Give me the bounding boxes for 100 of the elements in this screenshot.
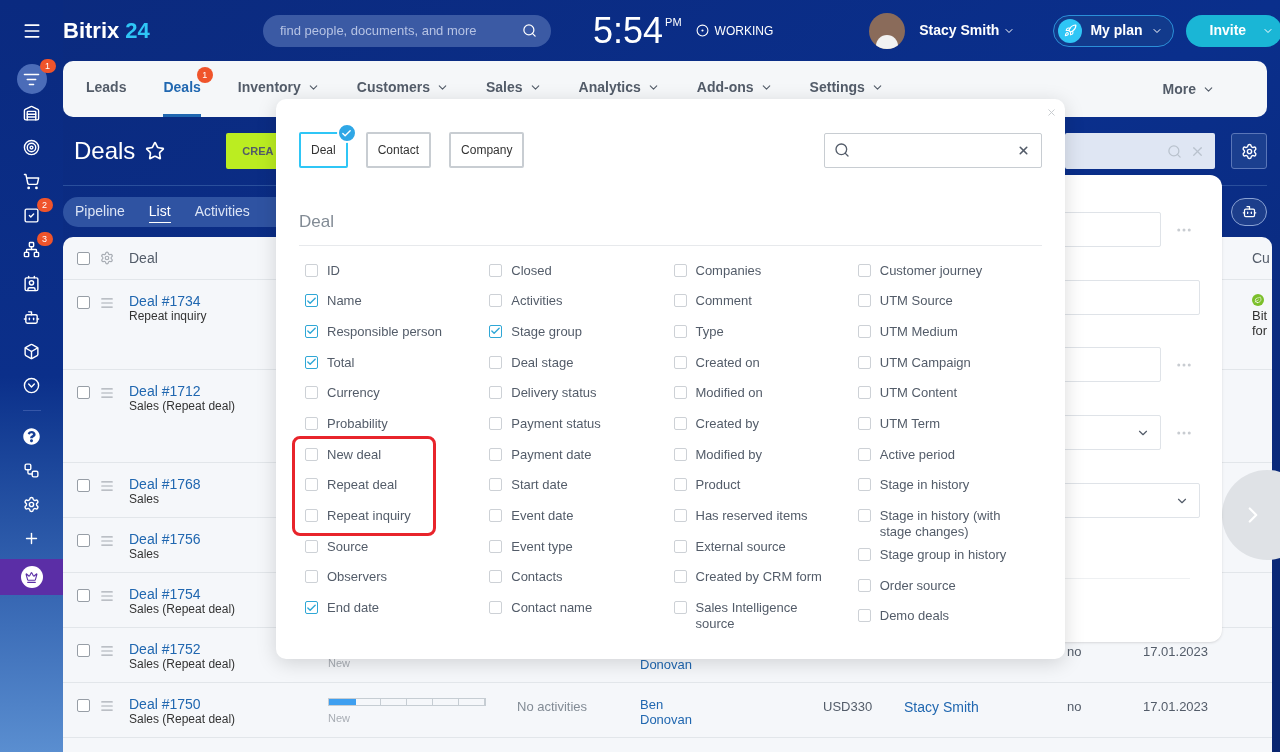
field-label[interactable]: Delivery status — [511, 385, 597, 402]
sidebar-item[interactable] — [16, 64, 47, 94]
checkbox[interactable] — [489, 509, 503, 522]
field-label[interactable]: External source — [695, 538, 786, 555]
checkbox[interactable] — [77, 699, 90, 712]
checkbox[interactable] — [305, 601, 318, 615]
checkbox[interactable] — [489, 324, 503, 338]
checkbox[interactable] — [857, 416, 871, 430]
deal-link[interactable]: Deal #1754 — [129, 587, 201, 602]
field-label[interactable]: Sales Intelligence source — [695, 600, 836, 633]
checkbox[interactable] — [77, 534, 90, 547]
checkbox[interactable] — [673, 478, 687, 492]
field-label[interactable]: Deal stage — [511, 354, 574, 371]
settings-button[interactable] — [1231, 133, 1267, 169]
checkbox[interactable] — [857, 478, 871, 492]
checkbox[interactable] — [673, 355, 687, 369]
checkbox[interactable] — [489, 539, 503, 553]
checkbox[interactable] — [857, 324, 871, 338]
field-label[interactable]: Event type — [511, 538, 573, 555]
field-label[interactable]: Demo deals — [879, 608, 950, 625]
deal-link[interactable]: Deal #1756 — [129, 532, 201, 547]
search-field[interactable] — [824, 132, 1042, 168]
deal-link[interactable]: Deal #1752 — [129, 642, 201, 657]
checkbox[interactable] — [489, 294, 503, 308]
field-label[interactable]: Closed — [511, 262, 552, 279]
field-label[interactable]: Probability — [327, 415, 388, 432]
field-label[interactable]: Responsible person — [327, 323, 442, 340]
checkbox[interactable] — [77, 296, 90, 309]
checkbox[interactable] — [857, 263, 871, 277]
field-label[interactable]: Name — [327, 293, 362, 310]
checkbox[interactable] — [857, 578, 871, 592]
checkbox[interactable] — [857, 447, 871, 461]
checkbox[interactable] — [305, 324, 318, 338]
field-label[interactable]: UTM Source — [879, 293, 953, 310]
deal-link[interactable]: Deal #1734 — [129, 294, 201, 309]
logo-number[interactable]: 24 — [125, 14, 150, 47]
checkbox[interactable] — [857, 355, 871, 369]
column-header[interactable]: Cu — [1252, 247, 1272, 269]
checkbox[interactable] — [305, 416, 318, 430]
drag-handle-icon[interactable] — [100, 699, 114, 713]
checkbox[interactable] — [305, 263, 318, 277]
avatar[interactable] — [869, 12, 906, 49]
checkbox[interactable] — [673, 294, 687, 308]
plan-button[interactable]: My plan — [1053, 14, 1174, 47]
robot-button[interactable] — [1231, 197, 1267, 226]
checkbox[interactable] — [857, 548, 871, 561]
field-label[interactable]: Stage group — [511, 323, 583, 340]
field-label[interactable]: Comment — [695, 293, 752, 310]
nav-tab[interactable]: Settings — [809, 61, 884, 117]
search-field[interactable]: find people, documents, and more — [263, 14, 551, 47]
drag-handle-icon[interactable] — [100, 479, 114, 493]
view-tab[interactable]: Activities — [194, 201, 250, 222]
checkbox[interactable] — [77, 589, 90, 602]
field-label[interactable]: Repeat inquiry — [327, 508, 411, 524]
checkbox[interactable] — [673, 570, 687, 584]
checkbox[interactable] — [857, 294, 871, 308]
deal-link[interactable]: Deal #1712 — [129, 384, 201, 399]
checkbox[interactable] — [673, 263, 687, 277]
checkbox[interactable] — [673, 539, 687, 553]
field-label[interactable]: Total — [327, 354, 355, 371]
checkbox[interactable] — [673, 386, 687, 400]
deal-link[interactable]: Deal #1768 — [129, 477, 201, 492]
close-icon[interactable] — [1017, 143, 1030, 157]
checkbox[interactable] — [489, 416, 503, 430]
nav-tab[interactable]: Sales — [486, 61, 542, 117]
field-label[interactable]: Payment status — [511, 415, 601, 432]
field-label[interactable]: Modified by — [695, 446, 762, 463]
checkbox[interactable] — [489, 447, 503, 461]
nav-tab[interactable]: Inventory — [237, 61, 320, 117]
field-label[interactable]: Contacts — [511, 569, 563, 586]
field-label[interactable]: Created on — [695, 354, 760, 371]
checkbox[interactable] — [77, 644, 90, 657]
field-label[interactable]: UTM Campaign — [879, 354, 971, 371]
nav-tab[interactable]: Customers — [356, 61, 449, 117]
field-label[interactable]: Has reserved items — [695, 508, 808, 524]
field-label[interactable]: Stage in history — [879, 477, 970, 494]
checkbox[interactable] — [857, 609, 871, 623]
field-label[interactable]: UTM Content — [879, 385, 958, 402]
nav-tab[interactable]: Leads — [86, 61, 127, 117]
nav-tab[interactable]: Add-ons — [696, 61, 773, 117]
checkbox[interactable] — [305, 478, 318, 492]
checkbox[interactable] — [305, 447, 318, 461]
field-label[interactable]: Modified on — [695, 385, 763, 402]
checkbox[interactable] — [489, 478, 503, 492]
field-label[interactable]: Activities — [511, 293, 563, 310]
checkbox[interactable] — [673, 416, 687, 430]
drag-handle-icon[interactable] — [100, 534, 114, 548]
field-label[interactable]: Currency — [327, 385, 380, 402]
checkbox[interactable] — [489, 355, 503, 369]
field-label[interactable]: Repeat deal — [327, 477, 398, 494]
checkbox[interactable] — [673, 601, 687, 615]
drag-handle-icon[interactable] — [100, 296, 114, 310]
field-label[interactable]: Type — [695, 323, 724, 340]
checkbox[interactable] — [305, 294, 318, 308]
field-label[interactable]: Event date — [511, 508, 574, 524]
view-tab[interactable]: List — [148, 200, 171, 223]
field-label[interactable]: UTM Medium — [879, 323, 958, 340]
field-label[interactable]: Start date — [511, 477, 568, 494]
field-label[interactable]: Payment date — [511, 446, 592, 463]
checkbox[interactable] — [673, 324, 687, 338]
